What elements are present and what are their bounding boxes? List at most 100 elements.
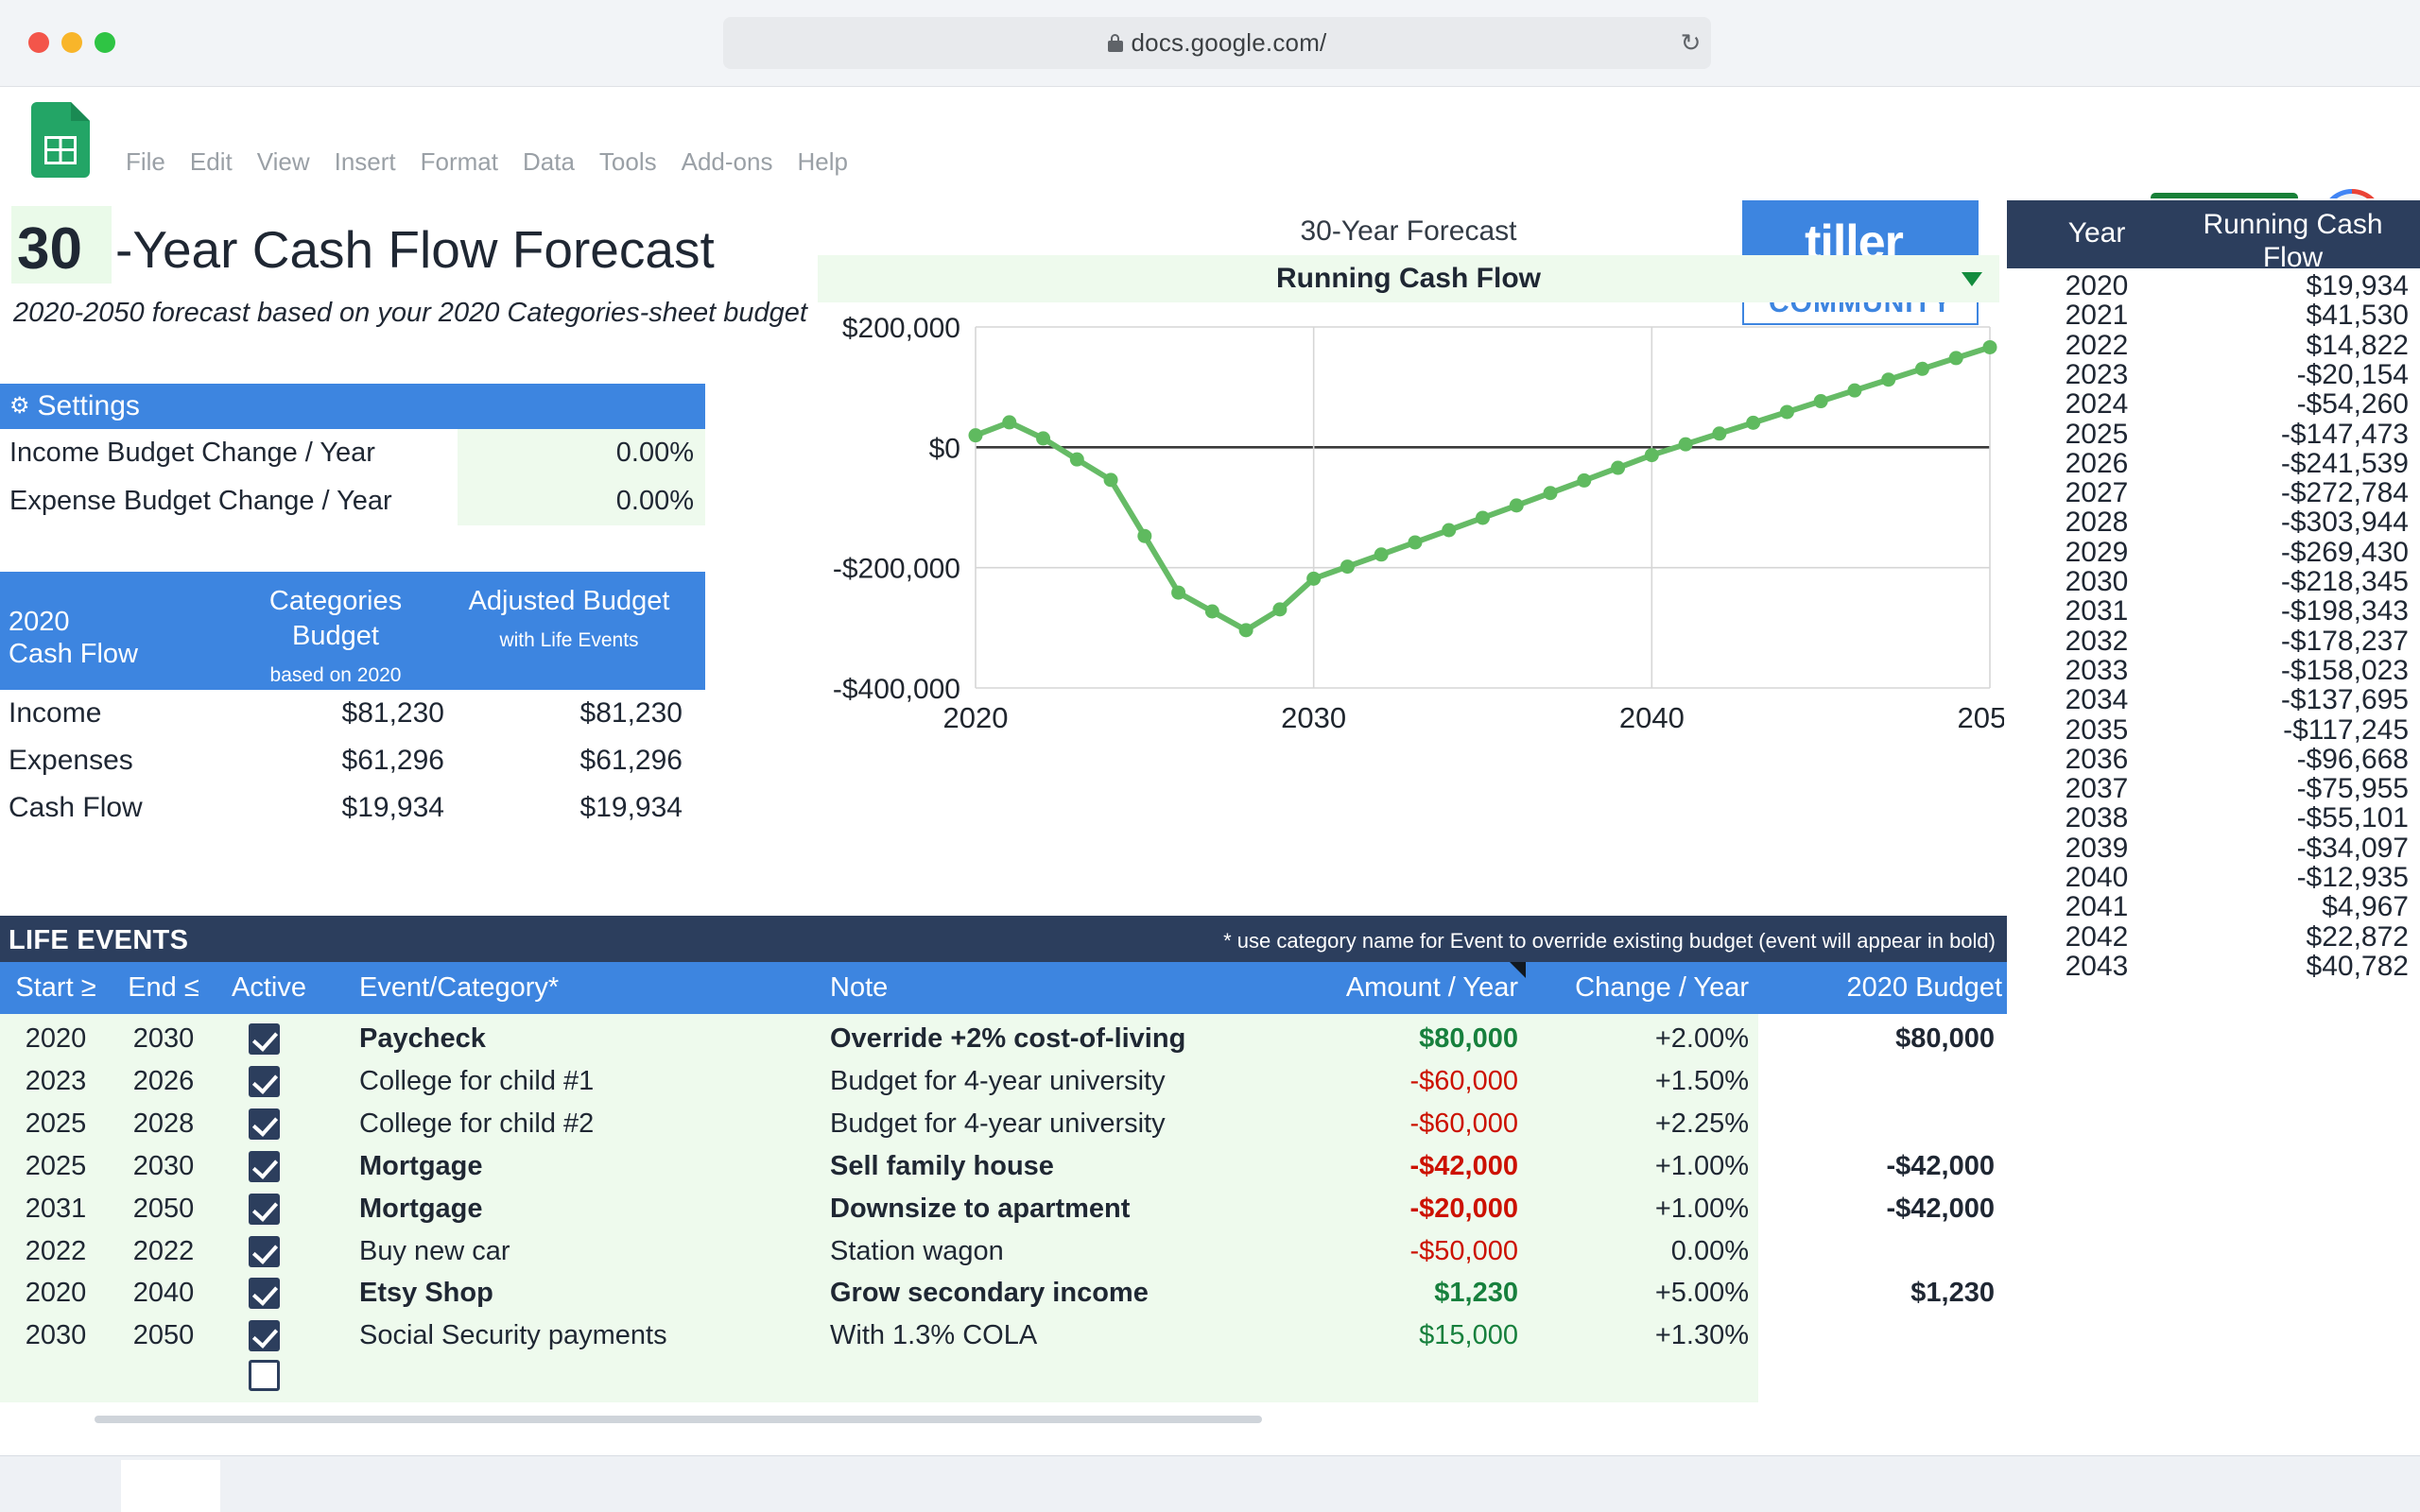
table-row: 2031 2050 Mortgage Downsize to apartment -$2… [0, 1183, 1995, 1232]
cash-flow-categories-value: $61,296 [341, 745, 444, 776]
life-event-category: College for child #1 [359, 1065, 595, 1096]
running-cash-flow-cell: -$55,101 [2296, 802, 2409, 834]
menu-item-tools[interactable]: Tools [587, 147, 669, 177]
cash-flow-adjusted-value: $81,230 [579, 697, 683, 729]
life-event-amount-per-year: $1,230 [1434, 1278, 1518, 1309]
menu-item-file[interactable]: File [113, 147, 178, 177]
table-row: 2043 $40,782 [2007, 951, 2420, 982]
life-event-change-per-year: +1.00% [1654, 1193, 1749, 1224]
life-event-category: Mortgage [359, 1193, 483, 1224]
life-event-note: Sell family house [830, 1150, 1054, 1181]
menu-item-add-ons[interactable]: Add-ons [669, 147, 786, 177]
life-events-title: LIFE EVENTS [9, 925, 189, 955]
year-cell: 2042 [2065, 920, 2129, 953]
life-event-2020-budget: $1,230 [1910, 1278, 1995, 1309]
cash-flow-header-adjusted-budget: Adjusted Budget with Life Events [456, 584, 683, 652]
year-cell: 2022 [2065, 329, 2129, 361]
menu-item-data[interactable]: Data [510, 147, 587, 177]
running-cash-flow-cell: -$178,237 [2280, 625, 2409, 657]
svg-text:2040: 2040 [1619, 701, 1685, 734]
life-events-empty-row-checkbox[interactable] [249, 1360, 280, 1396]
life-event-note: Downsize to apartment [830, 1193, 1131, 1224]
life-event-end-year: 2030 [132, 1023, 195, 1054]
menu-item-view[interactable]: View [245, 147, 322, 177]
reload-icon[interactable]: ↻ [1678, 30, 1703, 56]
series-selector-value: Running Cash Flow [1276, 263, 1541, 294]
cash-flow-categories-value: $19,934 [341, 792, 444, 823]
life-event-start-year: 2031 [25, 1193, 87, 1224]
spreadsheet-canvas[interactable]: 30 -Year Cash Flow Forecast 2020-2050 fo… [0, 198, 2420, 1455]
table-row: 2022 $14,822 [2007, 329, 2420, 361]
window-controls[interactable] [28, 32, 115, 53]
forecast-years-value[interactable]: 30 [17, 215, 82, 283]
year-cell: 2039 [2065, 832, 2129, 864]
cash-flow-header-row-title: 2020 Cash Flow [9, 607, 138, 669]
life-event-end-year: 2028 [132, 1108, 195, 1139]
life-event-start-year: 2030 [25, 1320, 87, 1351]
menu-item-insert[interactable]: Insert [322, 147, 408, 177]
life-event-change-per-year: +2.25% [1654, 1108, 1749, 1139]
column-header-year: Year [2067, 217, 2126, 249]
column-header-amount-per-year: Amount / Year [1345, 972, 1518, 1003]
settings-row: Expense Budget Change / Year 0.00% [0, 477, 705, 525]
address-bar[interactable]: docs.google.com/ [723, 17, 1711, 69]
setting-label-expense-budget-change: Expense Budget Change / Year [9, 486, 392, 516]
life-event-amount-per-year: -$50,000 [1409, 1235, 1519, 1266]
menu-item-edit[interactable]: Edit [178, 147, 245, 177]
sheet-tab-bar[interactable] [0, 1455, 2420, 1512]
running-cash-flow-cell: -$54,260 [2296, 388, 2409, 421]
running-cash-flow-cell: -$34,097 [2296, 832, 2409, 864]
year-cell: 2023 [2065, 358, 2129, 390]
table-row: Expenses $61,296 $61,296 [0, 737, 705, 784]
running-cash-flow-cell: -$158,023 [2280, 654, 2409, 686]
life-event-start-year: 2020 [25, 1278, 87, 1309]
settings-header: ⚙ Settings [0, 384, 705, 429]
menu-item-format[interactable]: Format [408, 147, 510, 177]
series-selector-dropdown[interactable]: Running Cash Flow [818, 255, 1999, 302]
life-event-category: Social Security payments [359, 1320, 667, 1351]
menu-bar[interactable]: File Edit View Insert Format Data Tools … [113, 147, 860, 177]
table-row: Cash Flow $19,934 $19,934 [0, 784, 705, 832]
adjusted-budget-label: Adjusted Budget [468, 586, 670, 616]
minimize-window-button[interactable] [61, 32, 82, 53]
svg-text:-$400,000: -$400,000 [833, 674, 960, 705]
menu-item-help[interactable]: Help [785, 147, 859, 177]
table-row: 2037 -$75,955 [2007, 773, 2420, 804]
browser-chrome: docs.google.com/ ↻ [0, 0, 2420, 87]
table-row: Income $81,230 $81,230 [0, 690, 705, 737]
sheet-tab[interactable] [121, 1460, 220, 1512]
life-events-column-header: Start ≥ End ≤ Active Event/Category* Not… [0, 962, 2007, 1014]
table-row: 2036 -$96,668 [2007, 744, 2420, 775]
table-row: 2033 -$158,023 [2007, 654, 2420, 686]
life-event-change-per-year: +1.50% [1654, 1065, 1749, 1096]
life-event-note: Grow secondary income [830, 1278, 1149, 1309]
table-row: 2032 -$178,237 [2007, 625, 2420, 657]
running-cash-flow-cell: -$303,944 [2280, 507, 2409, 539]
life-events-title-bar: LIFE EVENTS * use category name for Even… [0, 916, 2007, 962]
life-event-note: Override +2% cost-of-living [830, 1023, 1186, 1054]
horizontal-scrollbar[interactable] [95, 1416, 1262, 1423]
table-row: 2041 $4,967 [2007, 891, 2420, 922]
setting-value-income-budget-change[interactable]: 0.00% [458, 429, 705, 477]
url-text: docs.google.com/ [1131, 28, 1327, 57]
life-events-note: * use category name for Event to overrid… [1223, 929, 1996, 953]
year-cell: 2038 [2065, 802, 2129, 834]
table-row: 2027 -$272,784 [2007, 477, 2420, 508]
column-header-end: End ≤ [128, 972, 199, 1003]
life-event-end-year: 2030 [132, 1150, 195, 1181]
maximize-window-button[interactable] [95, 32, 115, 53]
page-subtitle: 2020-2050 forecast based on your 2020 Ca… [13, 298, 807, 328]
column-header-event-category: Event/Category* [359, 972, 560, 1003]
table-row: 2026 -$241,539 [2007, 448, 2420, 479]
table-row: 2030 2050 Social Security payments With 1.3… [0, 1311, 1758, 1360]
svg-text:2050: 2050 [1958, 701, 2004, 734]
close-window-button[interactable] [28, 32, 49, 53]
life-event-2020-budget: -$42,000 [1886, 1150, 1996, 1181]
svg-text:$200,000: $200,000 [842, 313, 960, 344]
life-event-end-year: 2026 [132, 1065, 195, 1096]
life-event-end-year: 2050 [132, 1320, 195, 1351]
life-event-start-year: 2020 [25, 1023, 87, 1054]
setting-value-expense-budget-change[interactable]: 0.00% [458, 477, 705, 525]
life-event-amount-per-year: -$42,000 [1409, 1150, 1519, 1181]
lock-icon [1107, 34, 1123, 52]
